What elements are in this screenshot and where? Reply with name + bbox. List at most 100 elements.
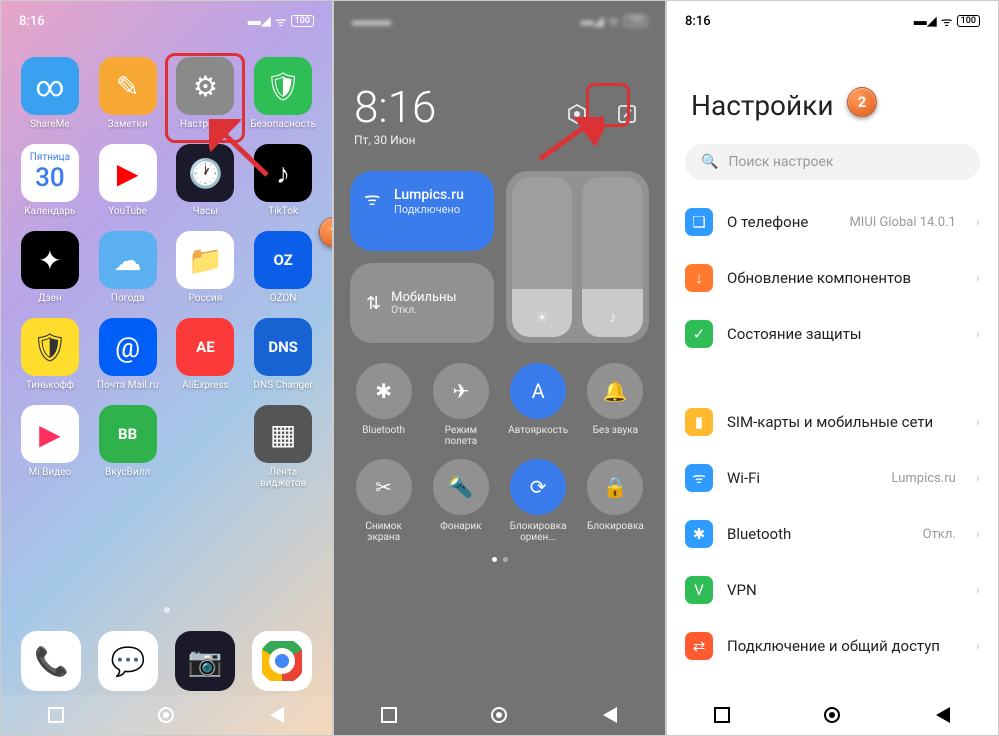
nav-recent[interactable]: [379, 705, 399, 725]
app-label: Россия: [189, 293, 223, 304]
screenshot-icon: ✂: [356, 459, 412, 515]
app-label: Погода: [111, 293, 145, 304]
settings-item-vpn[interactable]: VVPN›: [685, 562, 980, 618]
app-label: Лента виджетов: [246, 467, 320, 489]
app-label: YouTube: [108, 206, 147, 217]
cc-toggle-label: Режим полета: [427, 425, 494, 447]
search-placeholder: Поиск настроек: [728, 154, 833, 170]
app-mailru[interactable]: @Почта Mail.ru: [91, 318, 165, 391]
vkusvill-icon: BB: [99, 405, 157, 463]
signal-icon: ▬◢: [914, 13, 937, 29]
bluetooth-icon: ✱: [685, 520, 713, 548]
mailru-icon: @: [99, 318, 157, 376]
battery-icon: 100: [624, 15, 647, 27]
app-russia[interactable]: 📁Россия: [169, 231, 243, 304]
app-dnschanger[interactable]: DNSDNS Changer: [246, 318, 320, 391]
dock-chrome[interactable]: [252, 631, 312, 691]
status-time: 8:16: [19, 14, 45, 29]
nav-home[interactable]: [156, 705, 176, 725]
app-tinkoff[interactable]: 🛡Тинькофф: [13, 318, 87, 391]
battery-icon: 100: [957, 15, 980, 27]
app-vkusvill[interactable]: BBВкусВилл: [91, 405, 165, 489]
cc-toggle-label: Bluetooth: [362, 425, 405, 436]
cc-toggle-airplane[interactable]: ✈Режим полета: [427, 363, 494, 447]
app-notes[interactable]: ✎ Заметки: [91, 57, 165, 130]
app-mivideo[interactable]: ▶Mi Видео: [13, 405, 87, 489]
app-calendar[interactable]: Пятница30Календарь: [13, 144, 87, 217]
app-blank[interactable]: [169, 405, 243, 489]
cc-toggle-label: Автояркость: [508, 425, 568, 436]
search-input[interactable]: 🔍 Поиск настроек: [685, 144, 980, 180]
settings-value: MIUI Global 14.0.1: [849, 215, 955, 230]
settings-item-security[interactable]: ✓Состояние защиты›: [685, 306, 980, 362]
settings-value: Откл.: [923, 527, 956, 542]
app-weather[interactable]: ☁Погода: [91, 231, 165, 304]
settings-item-sim[interactable]: ▮SIM-карты и мобильные сети›: [685, 394, 980, 450]
nav-back[interactable]: [267, 705, 287, 725]
page-title: Настройки: [667, 37, 998, 136]
page-indicator: [164, 607, 170, 613]
nav-home[interactable]: [822, 705, 842, 725]
cc-toggle-bluetooth[interactable]: ✱ Bluetooth: [350, 363, 417, 447]
dock-camera[interactable]: 📷: [175, 631, 235, 691]
cc-toggle-autobright[interactable]: AАвтояркость: [505, 363, 572, 447]
cc-wifi-tile[interactable]: ᯤ Lumpics.ru Подключено: [350, 171, 494, 251]
app-youtube[interactable]: ▶ YouTube: [91, 144, 165, 217]
app-widgets[interactable]: ▦Лента виджетов: [246, 405, 320, 489]
nav-recent[interactable]: [46, 705, 66, 725]
app-label: ShareMe: [30, 119, 70, 130]
nav-home[interactable]: [489, 705, 509, 725]
dock-messages[interactable]: 💬: [98, 631, 158, 691]
settings-item-updates[interactable]: ↓Обновление компонентов›: [685, 250, 980, 306]
app-label: AliExpress: [182, 380, 229, 391]
brightness-slider[interactable]: ☀: [512, 177, 573, 337]
settings-item-about[interactable]: ❏О телефонеMIUI Global 14.0.1›: [685, 194, 980, 250]
settings-item-wifi[interactable]: ᯤWi-FiLumpics.ru›: [685, 450, 980, 506]
settings-label: VPN: [727, 581, 956, 599]
app-ozon[interactable]: OZOZON: [246, 231, 320, 304]
app-label: Заметки: [108, 119, 148, 130]
cc-toggle-torch[interactable]: 🔦 Фонарик: [427, 459, 494, 543]
cc-mobile-data-tile[interactable]: ⇅ Мобильны Откл.: [350, 263, 494, 343]
cc-date: Пт, 30 Июн: [354, 133, 436, 147]
status-bar: 8:16 ▬◢ ᯤ 100: [1, 1, 332, 37]
app-label: Тинькофф: [26, 380, 74, 391]
settings-label: О телефоне: [727, 213, 835, 231]
app-aliexpress[interactable]: AEAliExpress: [169, 318, 243, 391]
settings-group-1: ❏О телефонеMIUI Global 14.0.1›↓Обновлени…: [667, 194, 998, 362]
cc-toggle-label: Фонарик: [440, 521, 481, 532]
nav-recent[interactable]: [712, 705, 732, 725]
wifi-icon: ᯤ: [685, 464, 713, 492]
nav-back[interactable]: [600, 705, 620, 725]
cc-toggle-rotation[interactable]: ⟳Блокировка ориен...: [505, 459, 572, 543]
settings-item-bluetooth[interactable]: ✱BluetoothОткл.›: [685, 506, 980, 562]
messages-icon: 💬: [98, 631, 158, 691]
nav-bar: [334, 695, 665, 735]
app-label: Mi Видео: [29, 467, 72, 478]
app-shareme[interactable]: ∞ShareMe: [13, 57, 87, 130]
security-icon: 🛡: [254, 57, 312, 115]
settings-item-tether[interactable]: ⇄Подключение и общий доступ›: [685, 618, 980, 674]
sim-icon: ▮: [685, 408, 713, 436]
app-dzen[interactable]: ✦Дзен: [13, 231, 87, 304]
notes-icon: ✎: [99, 57, 157, 115]
youtube-icon: ▶: [99, 144, 157, 202]
app-label: DNS Changer: [253, 380, 312, 391]
arrow-to-settings: [209, 119, 275, 183]
settings-label: Wi-Fi: [727, 469, 878, 487]
cc-toggle-lock[interactable]: 🔒Блокировка: [582, 459, 649, 543]
status-left-blur: ▬▬▬: [352, 13, 391, 29]
cc-toggle-mute[interactable]: 🔔Без звука: [582, 363, 649, 447]
app-label: Дзен: [38, 293, 62, 304]
cc-toggle-label: Блокировка: [587, 521, 644, 532]
mute-icon: 🔔: [587, 363, 643, 419]
nav-back[interactable]: [933, 705, 953, 725]
cc-toggle-screenshot[interactable]: ✂Снимок экрана: [350, 459, 417, 543]
search-icon: 🔍: [701, 154, 718, 170]
volume-slider[interactable]: ♪: [582, 177, 643, 337]
dock-phone[interactable]: 📞: [21, 631, 81, 691]
status-bar: 8:16 ▬◢ᯤ100: [667, 1, 998, 37]
bluetooth-icon: ✱: [356, 363, 412, 419]
wifi-icon: ᯤ: [275, 12, 287, 30]
torch-icon: 🔦: [433, 459, 489, 515]
